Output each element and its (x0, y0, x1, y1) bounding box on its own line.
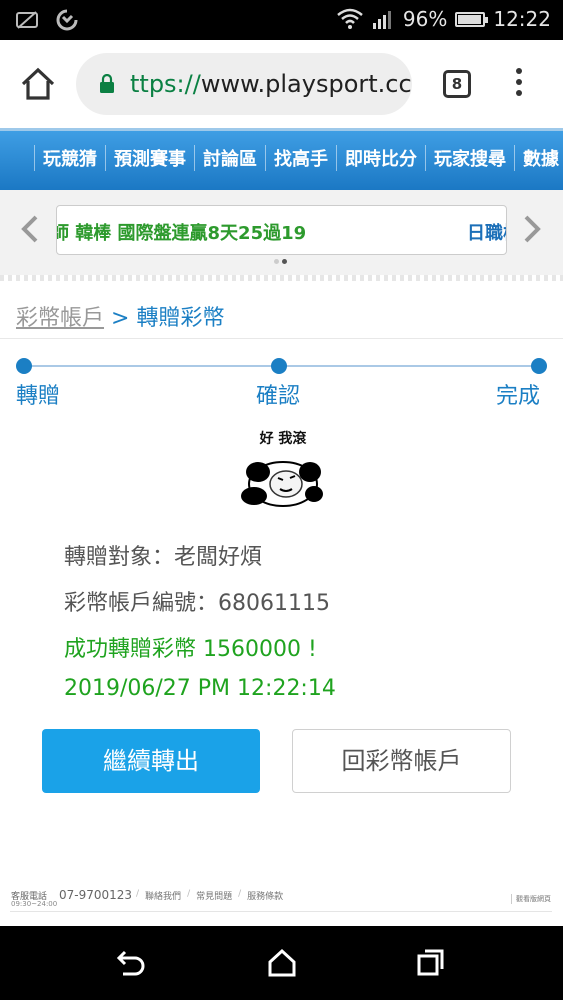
overflow-menu-icon[interactable] (511, 68, 527, 100)
footer-right-link[interactable]: 觀看版網頁 (511, 894, 551, 904)
battery-icon (455, 11, 489, 27)
chevron-left-icon[interactable] (20, 214, 40, 244)
footer: 客服電話 09:30~24:00 07-9700123 /聯絡我們 / 常見問題 … (0, 878, 563, 926)
account-number-line: 彩幣帳戶編號：68061115 (64, 591, 330, 616)
recipient-line: 轉贈對象：老闆好煩 (64, 545, 263, 570)
sync-icon (56, 9, 78, 31)
ticker-next-text[interactable]: 日職棒 (467, 219, 506, 245)
site-nav-item[interactable]: 玩競猜 (34, 145, 105, 171)
footer-link-contact[interactable]: 聯絡我們 (145, 889, 181, 902)
news-ticker[interactable]: 師 韓棒 國際盤連贏8天25過19 日職棒 (56, 205, 507, 255)
step-dot-complete (531, 358, 547, 374)
clock: 12:22 (493, 7, 551, 31)
step-label-transfer: 轉贈 (16, 384, 61, 409)
footer-link-terms[interactable]: 服務條款 (247, 889, 283, 902)
site-nav-item[interactable]: 數據 (514, 145, 563, 171)
divider (0, 338, 563, 339)
breadcrumb-current: 轉贈彩幣 (136, 306, 225, 331)
step-label-confirm: 確認 (256, 384, 301, 409)
browser-toolbar: ttps://www.playsport.cc 8 (0, 40, 563, 128)
recent-apps-icon[interactable] (415, 948, 447, 978)
meme-image: 好 我滾 (238, 426, 328, 520)
tab-switcher-button[interactable]: 8 (443, 70, 471, 98)
screen-rotate-icon (16, 11, 38, 29)
service-phone[interactable]: 07-9700123 (59, 888, 132, 902)
step-dot-confirm (271, 358, 287, 374)
breadcrumb-separator: > (104, 306, 137, 331)
site-nav-item[interactable]: 預測賽事 (105, 145, 194, 171)
step-dot-transfer (16, 358, 32, 374)
url-scheme: ttps:// (130, 70, 201, 98)
chevron-right-icon[interactable] (522, 214, 542, 244)
home-nav-icon[interactable] (266, 948, 298, 978)
panda-face-icon (241, 461, 323, 507)
footer-link-faq[interactable]: 常見問題 (196, 889, 232, 902)
step-label-complete: 完成 (496, 384, 541, 409)
wifi-icon (337, 8, 363, 29)
success-message: 成功轉贈彩幣 1560000 ! (64, 637, 317, 662)
back-to-account-button[interactable]: 回彩幣帳戶 (292, 729, 511, 793)
system-nav-bar (0, 926, 563, 1000)
breadcrumb: 彩幣帳戶 > 轉贈彩幣 (16, 300, 224, 332)
footer-links: / 聯絡我們 / 常見問題 / 服務條款 (136, 889, 284, 902)
url-text: ttps://www.playsport.cc (130, 70, 412, 98)
battery-percent: 96% (402, 7, 448, 31)
site-nav-item[interactable]: 玩家搜尋 (425, 145, 514, 171)
site-nav-item[interactable]: 找高手 (265, 145, 336, 171)
site-nav-list: 玩競猜 預測賽事 討論區 找高手 即時比分 玩家搜尋 數據 (34, 145, 563, 171)
site-nav: 玩競猜 預測賽事 討論區 找高手 即時比分 玩家搜尋 數據 (0, 128, 563, 190)
home-icon[interactable] (20, 64, 56, 104)
continue-transfer-button[interactable]: 繼續轉出 (42, 729, 260, 793)
site-nav-item[interactable]: 即時比分 (336, 145, 425, 171)
service-hours: 09:30~24:00 (11, 900, 58, 908)
breadcrumb-parent-link[interactable]: 彩幣帳戶 (16, 306, 104, 331)
divider (0, 275, 563, 281)
url-host: www.playsport.cc (200, 70, 412, 98)
ticker-text[interactable]: 師 韓棒 國際盤連贏8天25過19 (57, 219, 306, 245)
back-icon[interactable] (115, 948, 147, 978)
news-ticker-area: 師 韓棒 國際盤連贏8天25過19 日職棒 (0, 190, 563, 278)
transfer-timestamp: 2019/06/27 PM 12:22:14 (64, 676, 336, 701)
status-bar: 96% 12:22 (0, 0, 563, 40)
address-bar[interactable]: ttps://www.playsport.cc (76, 53, 412, 115)
divider (10, 911, 552, 912)
signal-icon (372, 11, 391, 29)
site-nav-item[interactable]: 討論區 (194, 145, 265, 171)
carousel-dots (274, 259, 287, 264)
lock-icon (100, 74, 114, 93)
